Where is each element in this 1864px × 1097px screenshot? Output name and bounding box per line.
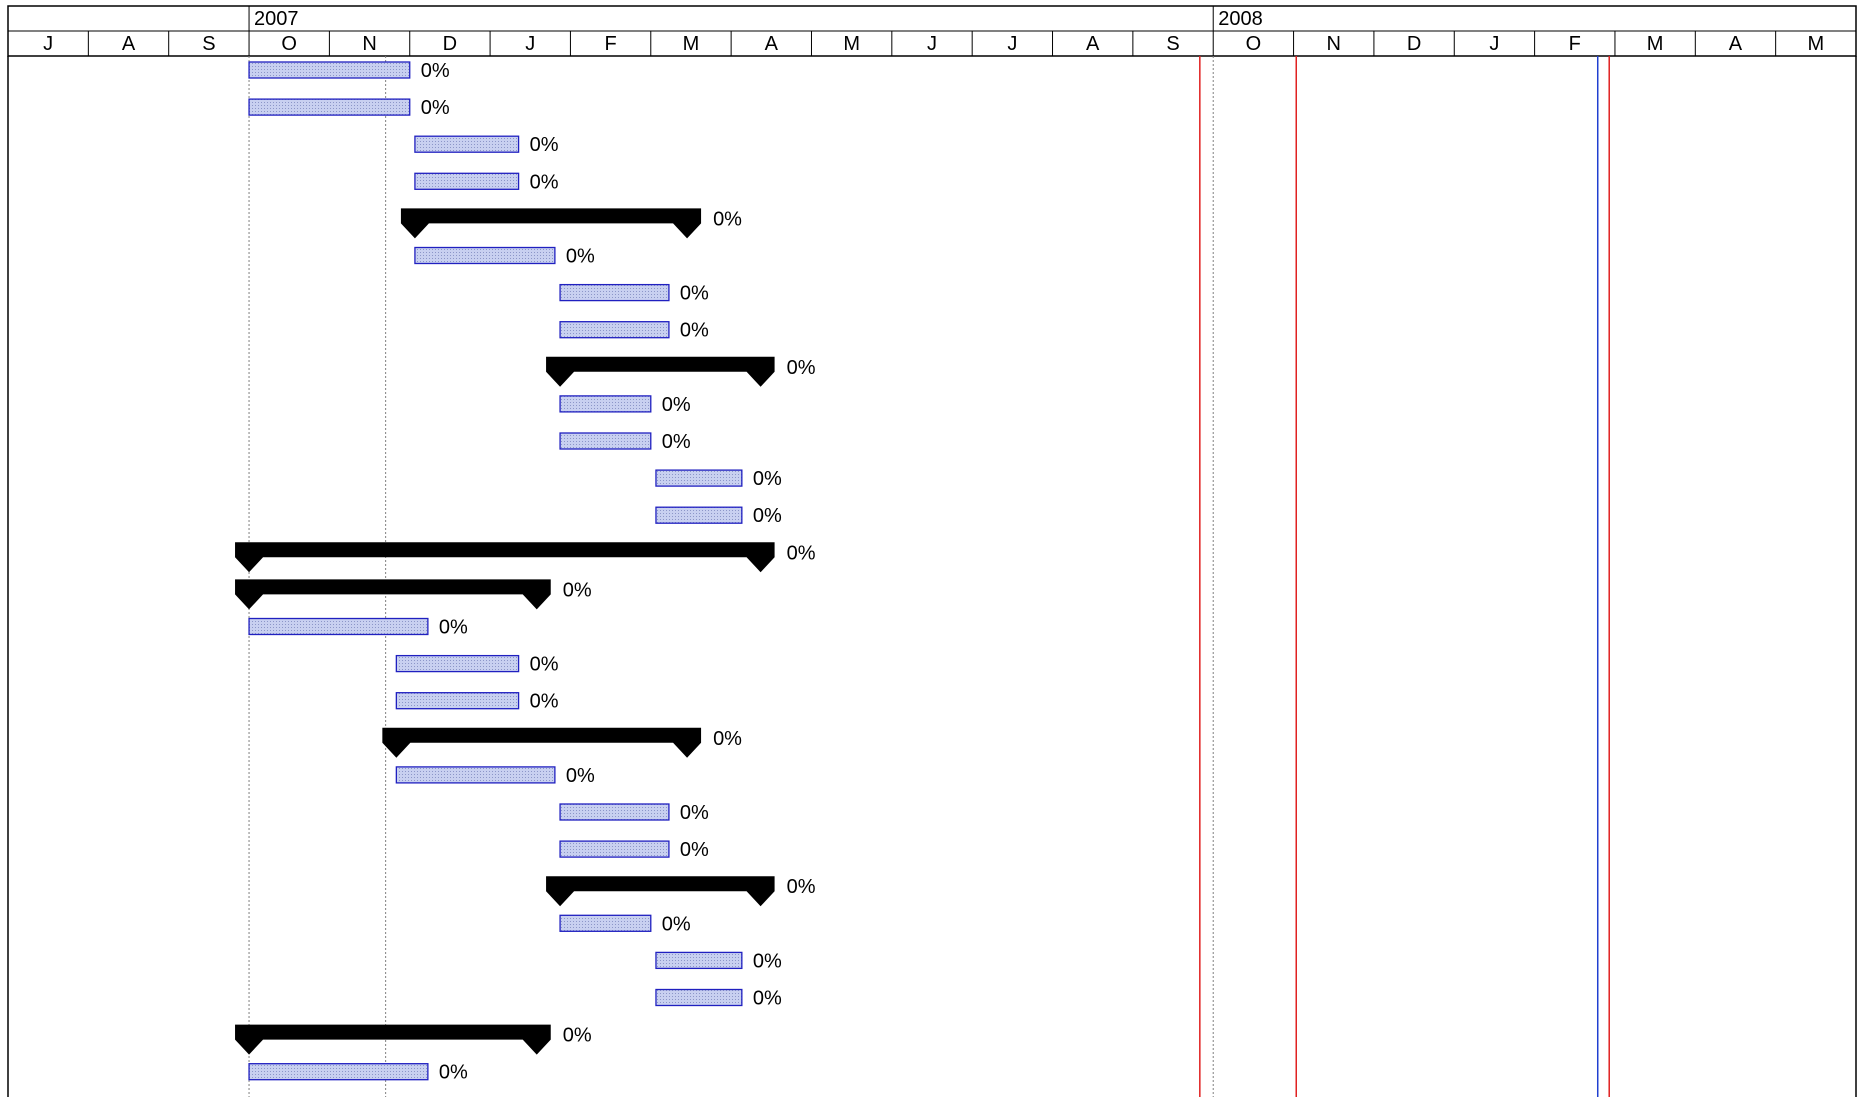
month-label: N — [362, 33, 376, 55]
percent-complete-label: 0% — [787, 357, 816, 379]
month-label: N — [1327, 33, 1341, 55]
task-bar — [559, 803, 670, 821]
task-bar — [248, 617, 429, 636]
summary-bar — [235, 579, 551, 610]
task-bar — [414, 172, 520, 190]
task-bar — [559, 432, 652, 450]
month-label: J — [1489, 33, 1499, 55]
percent-complete-label: 0% — [680, 839, 709, 861]
task-bar — [655, 951, 743, 970]
percent-complete-label: 0% — [530, 134, 559, 156]
task-bars: 0%0%0%0%0%0%0%0%0%0%0%0%0%0%0%0%0%0%0%0%… — [235, 60, 816, 1084]
task-bar — [248, 98, 411, 116]
month-label: J — [43, 33, 53, 55]
percent-complete-label: 0% — [713, 728, 742, 750]
month-label: M — [683, 33, 700, 55]
month-label: M — [1807, 33, 1824, 55]
task-bar — [655, 506, 743, 524]
percent-complete-label: 0% — [753, 468, 782, 490]
month-label: D — [443, 33, 457, 55]
month-label: A — [1086, 33, 1100, 55]
percent-complete-label: 0% — [787, 876, 816, 898]
month-label: A — [122, 33, 136, 55]
month-label: J — [1007, 33, 1017, 55]
summary-bar — [382, 727, 702, 758]
percent-complete-label: 0% — [530, 691, 559, 713]
month-label: S — [202, 33, 215, 55]
percent-complete-label: 0% — [530, 654, 559, 676]
percent-complete-label: 0% — [787, 542, 816, 564]
percent-complete-label: 0% — [439, 617, 468, 639]
task-bar — [559, 840, 670, 858]
month-label: A — [1729, 33, 1743, 55]
percent-complete-label: 0% — [421, 60, 450, 82]
task-bar — [414, 246, 556, 265]
summary-bar — [546, 876, 775, 907]
percent-complete-label: 0% — [680, 320, 709, 342]
percent-complete-label: 0% — [662, 913, 691, 935]
percent-complete-label: 0% — [753, 950, 782, 972]
task-bar — [559, 914, 652, 932]
month-label: M — [843, 33, 860, 55]
month-label: J — [927, 33, 937, 55]
task-bar — [655, 988, 743, 1007]
percent-complete-label: 0% — [753, 505, 782, 527]
month-label: J — [525, 33, 535, 55]
task-bar — [414, 135, 520, 153]
task-bar — [248, 61, 411, 79]
percent-complete-label: 0% — [421, 97, 450, 119]
month-label: F — [1569, 33, 1581, 55]
month-label: D — [1407, 33, 1421, 55]
percent-complete-label: 0% — [662, 394, 691, 416]
percent-complete-label: 0% — [566, 765, 595, 787]
task-bar — [559, 283, 670, 302]
percent-complete-label: 0% — [439, 1062, 468, 1084]
month-label: M — [1647, 33, 1664, 55]
summary-bar — [400, 208, 702, 239]
month-label: O — [1246, 33, 1262, 55]
percent-complete-label: 0% — [563, 1025, 592, 1047]
percent-complete-label: 0% — [566, 246, 595, 268]
percent-complete-label: 0% — [753, 988, 782, 1010]
task-bar — [395, 766, 556, 784]
percent-complete-label: 0% — [680, 802, 709, 824]
task-bar — [248, 1063, 429, 1081]
month-label: O — [281, 33, 297, 55]
month-label: F — [604, 33, 616, 55]
percent-complete-label: 0% — [530, 171, 559, 193]
summary-bar — [546, 356, 775, 387]
task-bar — [655, 469, 743, 487]
summary-bar — [235, 1024, 551, 1055]
task-bar — [395, 692, 520, 710]
percent-complete-label: 0% — [662, 431, 691, 453]
month-label: S — [1166, 33, 1179, 55]
gantt-chart: 2007 2008J A S O N D J F M A M J J A S O N D J F M A M 0%0%0%0%… — [7, 5, 1857, 1097]
year-label: 2008 — [1218, 8, 1263, 30]
task-bar — [395, 654, 520, 673]
task-bar — [559, 395, 652, 413]
summary-bar — [235, 542, 775, 573]
task-bar — [559, 321, 670, 339]
percent-complete-label: 0% — [563, 579, 592, 601]
year-label: 2007 — [254, 8, 298, 30]
percent-complete-label: 0% — [680, 283, 709, 305]
percent-complete-label: 0% — [713, 208, 742, 230]
month-label: A — [765, 33, 779, 55]
